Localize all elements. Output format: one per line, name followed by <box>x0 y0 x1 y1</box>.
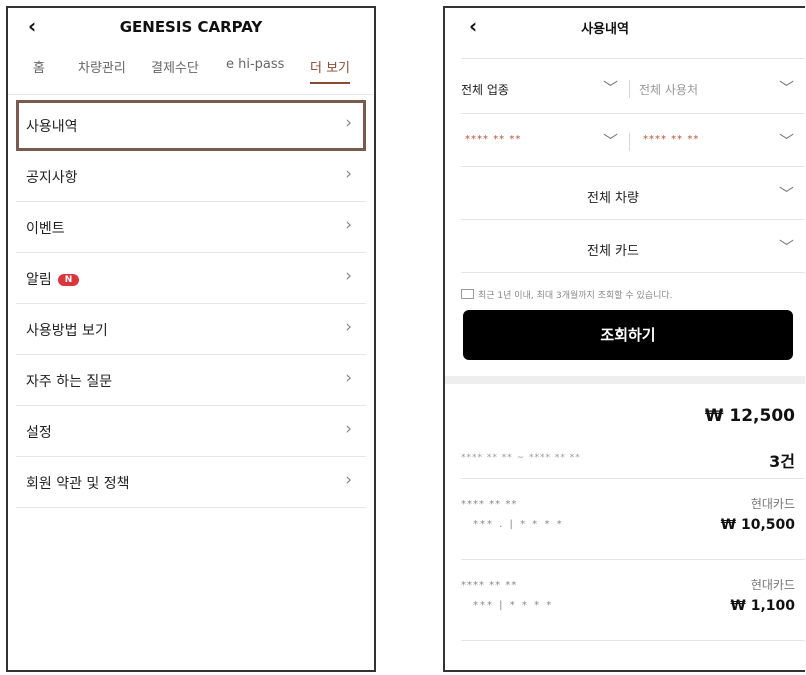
transaction-detail: *** . | * * * * <box>473 519 564 530</box>
card-name: 현대카드 <box>750 578 795 592</box>
chevron-right-icon: › <box>345 419 352 439</box>
new-badge: N <box>57 274 80 286</box>
tab-ehipass[interactable]: e hi-pass <box>226 57 284 72</box>
search-notice: 최근 1년 이내, 최대 3개월까지 조회할 수 있습니다. <box>461 288 673 301</box>
divider <box>461 166 805 167</box>
tab-home[interactable]: 홈 <box>33 57 45 76</box>
menu-item-faq[interactable]: 자주 하는 질문 › <box>16 355 366 406</box>
header: ‹ 사용내역 <box>445 8 805 42</box>
menu-item-how-to-use[interactable]: 사용방법 보기 › <box>16 304 366 355</box>
filter-card[interactable]: 전체 카드 ﹀ <box>461 224 805 274</box>
menu-item-label: 회원 약관 및 정책 <box>26 476 130 492</box>
chevron-down-icon[interactable]: ﹀ <box>603 77 618 98</box>
divider <box>461 272 805 273</box>
filter-date-range: **** ** ** ﹀ **** ** ** ﹀ <box>461 118 805 168</box>
page-title: 사용내역 <box>581 22 629 37</box>
divider <box>461 640 805 641</box>
chevron-down-icon[interactable]: ﹀ <box>603 130 618 151</box>
chevron-down-icon[interactable]: ﹀ <box>779 77 794 98</box>
notification-label: 알림 <box>26 272 52 288</box>
chevron-right-icon: › <box>345 164 352 184</box>
menu-item-label: 사용방법 보기 <box>26 323 108 339</box>
transaction-item[interactable]: **** ** ** *** . | * * * * 현대카드 ₩ 10,500 <box>461 481 805 559</box>
menu-item-usage-history[interactable]: 사용내역 › <box>16 100 366 151</box>
info-icon <box>461 289 474 299</box>
menu-item-label: 사용내역 <box>26 119 78 135</box>
amount: ₩ 1,100 <box>730 598 795 614</box>
menu-item-settings[interactable]: 설정 › <box>16 406 366 457</box>
tab-more[interactable]: 더 보기 <box>310 57 351 84</box>
total-amount: ₩ 12,500 <box>704 406 795 426</box>
menu-item-label: 알림 N <box>26 269 80 289</box>
chevron-down-icon[interactable]: ﹀ <box>779 236 794 257</box>
menu-item-events[interactable]: 이벤트 › <box>16 202 366 253</box>
filter-category-merchant: 전체 업종 ﹀ 전체 사용처 ﹀ <box>461 65 805 115</box>
chevron-right-icon: › <box>345 317 352 337</box>
filter-vehicle[interactable]: 전체 차량 ﹀ <box>461 171 805 221</box>
chevron-right-icon: › <box>345 113 352 133</box>
divider <box>461 478 805 479</box>
app-title: GENESIS CARPAY <box>119 18 263 36</box>
divider <box>629 133 630 151</box>
transaction-item[interactable]: **** ** ** *** | * * * * 현대카드 ₩ 1,100 <box>461 562 805 640</box>
section-divider <box>445 376 805 384</box>
usage-history-screen: ‹ 사용내역 전체 업종 ﹀ 전체 사용처 ﹀ **** ** ** ﹀ ***… <box>443 6 805 672</box>
menu-item-label: 공지사항 <box>26 170 78 186</box>
menu-item-terms[interactable]: 회원 약관 및 정책 › <box>16 457 366 508</box>
more-menu-screen: ‹ GENESIS CARPAY 홈 차량관리 결제수단 e hi-pass 더… <box>6 6 376 672</box>
tab-vehicle[interactable]: 차량관리 <box>78 57 126 76</box>
menu-item-label: 자주 하는 질문 <box>26 374 113 390</box>
card-select[interactable]: 전체 카드 <box>461 240 765 259</box>
divider <box>461 219 805 220</box>
menu-item-label: 이벤트 <box>26 221 65 237</box>
divider <box>461 559 805 560</box>
card-name: 현대카드 <box>750 497 795 511</box>
menu-item-notifications[interactable]: 알림 N › <box>16 253 366 304</box>
tab-bar: 홈 차량관리 결제수단 e hi-pass 더 보기 <box>8 42 374 95</box>
transaction-detail: *** | * * * * <box>473 600 554 611</box>
merchant-name: **** ** ** <box>461 499 518 510</box>
merchant-select[interactable]: 전체 사용처 <box>639 81 698 98</box>
merchant-name: **** ** ** <box>461 580 518 591</box>
menu-item-label: 설정 <box>26 425 52 441</box>
chevron-down-icon[interactable]: ﹀ <box>779 130 794 151</box>
divider <box>629 80 630 98</box>
search-period: **** ** ** ~ **** ** ** <box>461 453 581 463</box>
chevron-right-icon: › <box>345 368 352 388</box>
notice-text: 최근 1년 이내, 최대 3개월까지 조회할 수 있습니다. <box>478 291 673 301</box>
chevron-right-icon: › <box>345 215 352 235</box>
divider <box>461 58 805 59</box>
vehicle-select[interactable]: 전체 차량 <box>461 187 765 206</box>
divider <box>461 113 805 114</box>
chevron-right-icon: › <box>345 266 352 286</box>
category-select[interactable]: 전체 업종 <box>461 81 509 98</box>
date-to-select[interactable]: **** ** ** <box>643 134 699 145</box>
tab-payment[interactable]: 결제수단 <box>151 57 199 76</box>
date-from-select[interactable]: **** ** ** <box>465 134 521 145</box>
menu-item-notices[interactable]: 공지사항 › <box>16 151 366 202</box>
amount: ₩ 10,500 <box>720 517 795 533</box>
header: ‹ GENESIS CARPAY <box>8 8 374 42</box>
menu-list: 사용내역 › 공지사항 › 이벤트 › 알림 N › 사용방법 보기 › 자주 하… <box>16 100 366 508</box>
query-button[interactable]: 조회하기 <box>463 310 793 360</box>
chevron-right-icon: › <box>345 470 352 490</box>
chevron-down-icon[interactable]: ﹀ <box>779 183 794 204</box>
transaction-count: 3건 <box>769 452 795 471</box>
